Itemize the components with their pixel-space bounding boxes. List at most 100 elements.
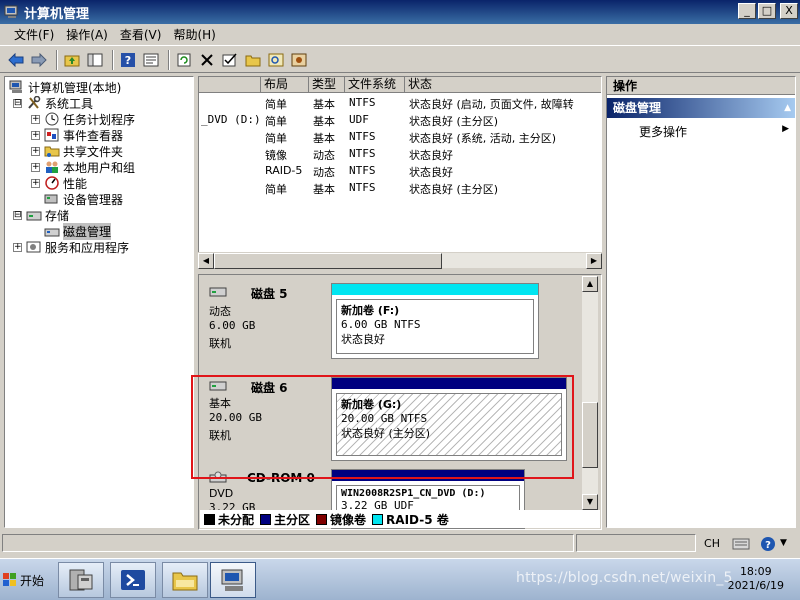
volume-f[interactable]: 新加卷 (F:) 6.00 GB NTFS 状态良好	[331, 283, 539, 359]
taskbar-computer-management[interactable]	[210, 562, 256, 598]
clock[interactable]: 18:09 2021/6/19	[728, 565, 784, 593]
menu-view[interactable]: 查看(V)	[114, 26, 168, 43]
disk-info-6[interactable]: 磁盘 6 基本 20.00 GB 联机	[203, 379, 327, 449]
column-header-layout[interactable]: 布局	[261, 77, 309, 93]
tree-item-services-apps[interactable]: + 服务和应用程序	[13, 239, 129, 255]
tree-item-task-scheduler[interactable]: + 任务计划程序	[31, 111, 135, 127]
delete-icon[interactable]	[197, 50, 217, 70]
volume-f-details: 新加卷 (F:) 6.00 GB NTFS 状态良好	[336, 299, 534, 354]
actions-section-disk-management[interactable]: 磁盘管理 ▲	[607, 98, 795, 118]
taskbar-powershell[interactable]	[110, 562, 156, 598]
tray-overflow-icon[interactable]: ▼	[780, 538, 787, 548]
svg-text:?: ?	[765, 540, 771, 551]
actions-header: 操作	[607, 77, 795, 95]
volume-bar-primary	[332, 378, 566, 389]
collapse-caret-icon[interactable]: ▲	[784, 98, 791, 118]
tree-root[interactable]: 计算机管理(本地)	[9, 79, 121, 95]
table-cell-layout: 镜像	[265, 149, 287, 162]
scroll-up-icon[interactable]: ▲	[582, 276, 598, 292]
column-header-volume[interactable]	[199, 77, 261, 93]
volume-g[interactable]: 新加卷 (G:) 20.00 GB NTFS 状态良好 (主分区)	[331, 377, 567, 461]
table-cell-layout: 简单	[265, 132, 287, 145]
menu-action[interactable]: 操作(A)	[60, 26, 114, 43]
help-icon[interactable]: ?	[118, 50, 138, 70]
toolbar: ?	[0, 47, 800, 73]
taskbar-server-manager[interactable]	[58, 562, 104, 598]
expand-icon[interactable]: +	[31, 146, 40, 156]
column-header-status[interactable]: 状态	[405, 77, 601, 93]
check-icon[interactable]	[220, 50, 240, 70]
legend-swatch-primary	[260, 513, 272, 525]
horizontal-scrollbar[interactable]: ◀ ▶	[198, 252, 602, 269]
expand-icon[interactable]: +	[31, 162, 40, 172]
console-tree-icon[interactable]	[85, 50, 105, 70]
properties-icon[interactable]	[141, 50, 161, 70]
disk-kind: 动态	[209, 305, 231, 318]
title-bar[interactable]: 计算机管理 _ □ X	[0, 0, 800, 24]
scroll-left-icon[interactable]: ◀	[198, 253, 214, 269]
column-header-type[interactable]: 类型	[309, 77, 345, 93]
scroll-down-icon[interactable]: ▼	[582, 494, 598, 510]
table-row[interactable]: 简单 基本 NTFS 状态良好 (启动, 页面文件, 故障转	[199, 95, 601, 111]
tree-item-performance[interactable]: + 性能	[31, 175, 87, 191]
menu-file[interactable]: 文件(F)	[8, 26, 60, 43]
maximize-button[interactable]: □	[758, 3, 776, 19]
table-cell-fs: UDF	[349, 113, 369, 126]
forward-icon[interactable]	[29, 50, 49, 70]
device-manager-icon	[44, 194, 58, 204]
expand-icon[interactable]: +	[31, 114, 40, 124]
services-icon	[26, 241, 41, 253]
tree-label: 任务计划程序	[63, 112, 136, 127]
expand-icon[interactable]: +	[31, 178, 40, 188]
start-button[interactable]: 开始	[2, 567, 48, 593]
tree-item-disk-management[interactable]: 磁盘管理	[44, 222, 112, 240]
tree-item-local-users[interactable]: + 本地用户和组	[31, 159, 135, 175]
submenu-arrow-icon[interactable]: ▶	[782, 124, 789, 134]
tree-item-storage[interactable]: ⊟ 存储	[13, 207, 69, 223]
disk-kind: DVD	[209, 487, 234, 500]
disk-state: 联机	[209, 429, 231, 442]
back-icon[interactable]	[6, 50, 26, 70]
collapse-icon[interactable]: ⊟	[13, 210, 22, 220]
scroll-right-icon[interactable]: ▶	[586, 253, 602, 269]
volume-size: 20.00 GB NTFS	[341, 412, 428, 425]
status-pane-main	[2, 534, 574, 552]
more-actions-item[interactable]: 更多操作	[639, 123, 687, 140]
table-row[interactable]: 简单 基本 NTFS 状态良好 (主分区)	[199, 180, 601, 196]
vertical-scrollbar[interactable]: ▲ ▼	[582, 276, 598, 510]
column-header-fs[interactable]: 文件系统	[345, 77, 405, 93]
scroll-thumb[interactable]	[214, 253, 442, 269]
expand-icon[interactable]: +	[13, 242, 22, 252]
language-indicator[interactable]: CH	[700, 536, 724, 552]
keyboard-icon[interactable]	[732, 537, 750, 551]
legend-label: 镜像卷	[330, 512, 367, 527]
tree-item-shared-folders[interactable]: + 共享文件夹	[31, 143, 123, 159]
search-icon[interactable]	[266, 50, 286, 70]
table-row[interactable]: RAID-5 动态 NTFS 状态良好	[199, 163, 601, 179]
disk-icon	[209, 381, 227, 391]
table-row[interactable]: 镜像 动态 NTFS 状态良好	[199, 146, 601, 162]
scroll-thumb[interactable]	[582, 402, 598, 468]
legend-label: 主分区	[274, 512, 311, 527]
table-row[interactable]: _DVD (D:) 简单 基本 UDF 状态良好 (主分区)	[199, 112, 601, 128]
settings-icon[interactable]	[289, 50, 309, 70]
table-row[interactable]: 简单 基本 NTFS 状态良好 (系统, 活动, 主分区)	[199, 129, 601, 145]
collapse-icon[interactable]: ⊟	[13, 98, 22, 108]
taskbar-explorer[interactable]	[162, 562, 208, 598]
tree-item-event-viewer[interactable]: + 事件查看器	[31, 127, 123, 143]
tree-item-system-tools[interactable]: ⊟ 系统工具	[13, 95, 93, 111]
up-folder-icon[interactable]	[62, 50, 82, 70]
close-button[interactable]: X	[780, 3, 798, 19]
volume-bar-primary	[332, 470, 524, 481]
table-cell-status: 状态良好	[409, 166, 453, 179]
disk-info-5[interactable]: 磁盘 5 动态 6.00 GB 联机	[203, 285, 327, 355]
expand-icon[interactable]: +	[31, 130, 40, 140]
legend-label: RAID-5 卷	[386, 512, 449, 527]
minimize-button[interactable]: _	[738, 3, 756, 19]
menu-help[interactable]: 帮助(H)	[167, 26, 221, 43]
refresh-icon[interactable]	[174, 50, 194, 70]
tree-item-device-manager[interactable]: 设备管理器	[44, 191, 123, 207]
table-cell-type: 基本	[313, 115, 335, 128]
help-circle-icon[interactable]: ?	[760, 536, 776, 552]
open-folder-icon[interactable]	[243, 50, 263, 70]
